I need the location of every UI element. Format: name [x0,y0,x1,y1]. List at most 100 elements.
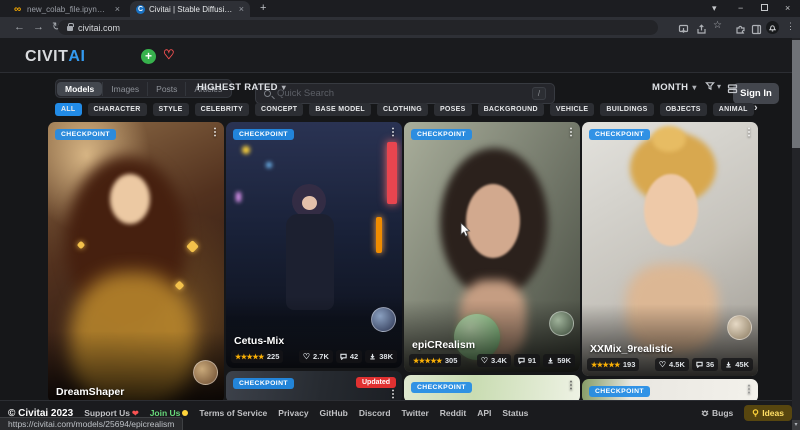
card-menu-icon[interactable]: ⋮ [566,127,576,138]
star-rating-icons: ★★★★★ [591,361,620,369]
chip-objects[interactable]: OBJECTS [660,103,707,116]
chip-buildings[interactable]: BUILDINGS [600,103,653,116]
extensions-puzzle-icon[interactable] [735,22,746,33]
chip-poses[interactable]: POSES [434,103,472,116]
rating-pill: ★★★★★ 225 [231,350,283,363]
rows-layout-icon [727,83,738,94]
chip-vehicle[interactable]: VEHICLE [550,103,594,116]
notification-bell-icon[interactable] [766,21,779,34]
comments-count: 36 [706,360,714,369]
colab-favicon-icon: ∞ [14,5,23,14]
chips-scroll-right-icon[interactable]: › [754,102,758,114]
tab-models[interactable]: Models [57,82,102,96]
model-title: DreamShaper [56,386,124,398]
model-card-xxmix[interactable]: CHECKPOINT ⋮ XXMix_9realistic ★★★★★ 193 … [582,122,758,376]
chip-style[interactable]: STYLE [153,103,189,116]
model-card-partial[interactable]: CHECKPOINT ⋮ [404,375,580,403]
ideas-button[interactable]: Ideas [744,405,792,421]
comment-icon [518,357,525,364]
card-menu-icon[interactable]: ⋮ [566,380,576,391]
footer-link-status[interactable]: Status [502,408,528,418]
downloads-count: 45K [735,360,749,369]
comments-pill: 42 [336,350,362,363]
minimize-button[interactable]: − [738,4,743,13]
footer-link-discord[interactable]: Discord [359,408,391,418]
tab-posts[interactable]: Posts [147,82,185,96]
model-card-grid: CHECKPOINT ⋮ DreamShaper CHECKPOINT ⋮ Ce… [48,122,758,403]
chip-animal[interactable]: ANIMAL [713,103,754,116]
model-card-cetus-mix[interactable]: CHECKPOINT ⋮ Cetus-Mix ★★★★★ 225 ♡2.7K 4… [226,122,402,368]
tab-close-icon[interactable]: × [239,4,244,14]
tab-search-icon[interactable]: ▾ [712,4,717,13]
model-card-epicrealism[interactable]: CHECKPOINT ⋮ epiCRealism ★★★★★ 305 ♡3.4K… [404,122,580,372]
maximize-button[interactable] [761,4,768,11]
model-card-partial[interactable]: CHECKPOINT Updated ⋮ [226,371,402,403]
save-page-icon[interactable] [678,22,689,33]
chip-clothing[interactable]: CLOTHING [377,103,428,116]
chevron-down-icon: ▾ [282,83,286,92]
card-art [644,174,698,246]
support-heart-icon[interactable]: ♡ [163,47,175,63]
downloads-pill: 38K [365,350,397,363]
tab-title: new_colab_file.ipynb - Colabora [27,5,109,14]
chip-background[interactable]: BACKGROUND [478,103,544,116]
browser-menu-icon[interactable]: ⋮ [786,21,797,32]
bug-icon [701,409,709,417]
footer-link-privacy[interactable]: Privacy [278,408,308,418]
footer-link-api[interactable]: API [477,408,491,418]
creator-avatar[interactable] [727,315,752,340]
card-menu-icon[interactable]: ⋮ [210,127,220,138]
chip-celebrity[interactable]: CELEBRITY [195,103,249,116]
new-tab-button[interactable]: + [260,3,266,14]
sort-select[interactable]: HIGHEST RATED ▾ [197,82,286,93]
creator-avatar[interactable] [193,360,218,385]
window-close-button[interactable]: × [785,4,790,13]
creator-avatar[interactable] [549,311,574,336]
filter-button[interactable]: ▾ [705,81,721,91]
bookmark-star-icon[interactable]: ☆ [713,20,724,31]
tab-close-icon[interactable]: × [115,4,120,14]
bugs-button[interactable]: Bugs [701,408,733,418]
share-icon[interactable] [696,22,707,33]
comment-icon [696,361,703,368]
lock-icon[interactable] [67,26,73,31]
side-panel-icon[interactable] [751,22,762,33]
stat-pill-group: ♡3.4K 91 59K [477,354,575,367]
browser-tab-civitai[interactable]: C Civitai | Stable Diffusion models × [130,1,250,17]
card-menu-icon[interactable]: ⋮ [744,384,754,395]
footer-link-github[interactable]: GitHub [320,408,348,418]
link-label: Status [502,408,528,418]
create-plus-icon[interactable]: + [141,49,156,64]
likes-pill: ♡4.5K [655,358,689,371]
browser-tab-colab[interactable]: ∞ new_colab_file.ipynb - Colabora × [8,1,126,17]
chip-all[interactable]: ALL [55,103,82,116]
downloads-count: 59K [557,356,571,365]
link-label: Privacy [278,408,308,418]
card-menu-icon[interactable]: ⋮ [388,389,398,400]
likes-count: 2.7K [313,352,329,361]
comments-pill: 91 [514,354,540,367]
address-bar[interactable]: civitai.com [58,20,658,35]
layout-toggle-button[interactable] [727,81,738,99]
model-card-dreamshaper[interactable]: CHECKPOINT ⋮ DreamShaper [48,122,224,403]
card-column: CHECKPOINT ⋮ DreamShaper [48,122,224,403]
footer-link-terms[interactable]: Terms of Service [199,408,267,418]
lightbulb-icon [752,409,759,418]
forward-icon[interactable]: → [33,21,44,34]
creator-avatar[interactable] [371,307,396,332]
footer-link-reddit[interactable]: Reddit [440,408,466,418]
tab-images[interactable]: Images [102,82,147,96]
heart-icon: ♡ [659,361,666,368]
scrollbar-down-arrow-icon[interactable]: ▾ [792,420,800,430]
period-select[interactable]: MONTH ▾ [652,82,697,93]
card-menu-icon[interactable]: ⋮ [388,127,398,138]
civitai-logo[interactable]: CIVIT AI [25,48,85,66]
back-icon[interactable]: ← [14,21,25,34]
card-menu-icon[interactable]: ⋮ [744,127,754,138]
chip-base-model[interactable]: BASE MODEL [309,103,371,116]
page-scrollbar-thumb[interactable] [792,40,800,148]
footer-link-twitter[interactable]: Twitter [402,408,429,418]
chip-character[interactable]: CHARACTER [88,103,147,116]
chip-concept[interactable]: CONCEPT [255,103,303,116]
rating-count: 305 [445,356,458,365]
